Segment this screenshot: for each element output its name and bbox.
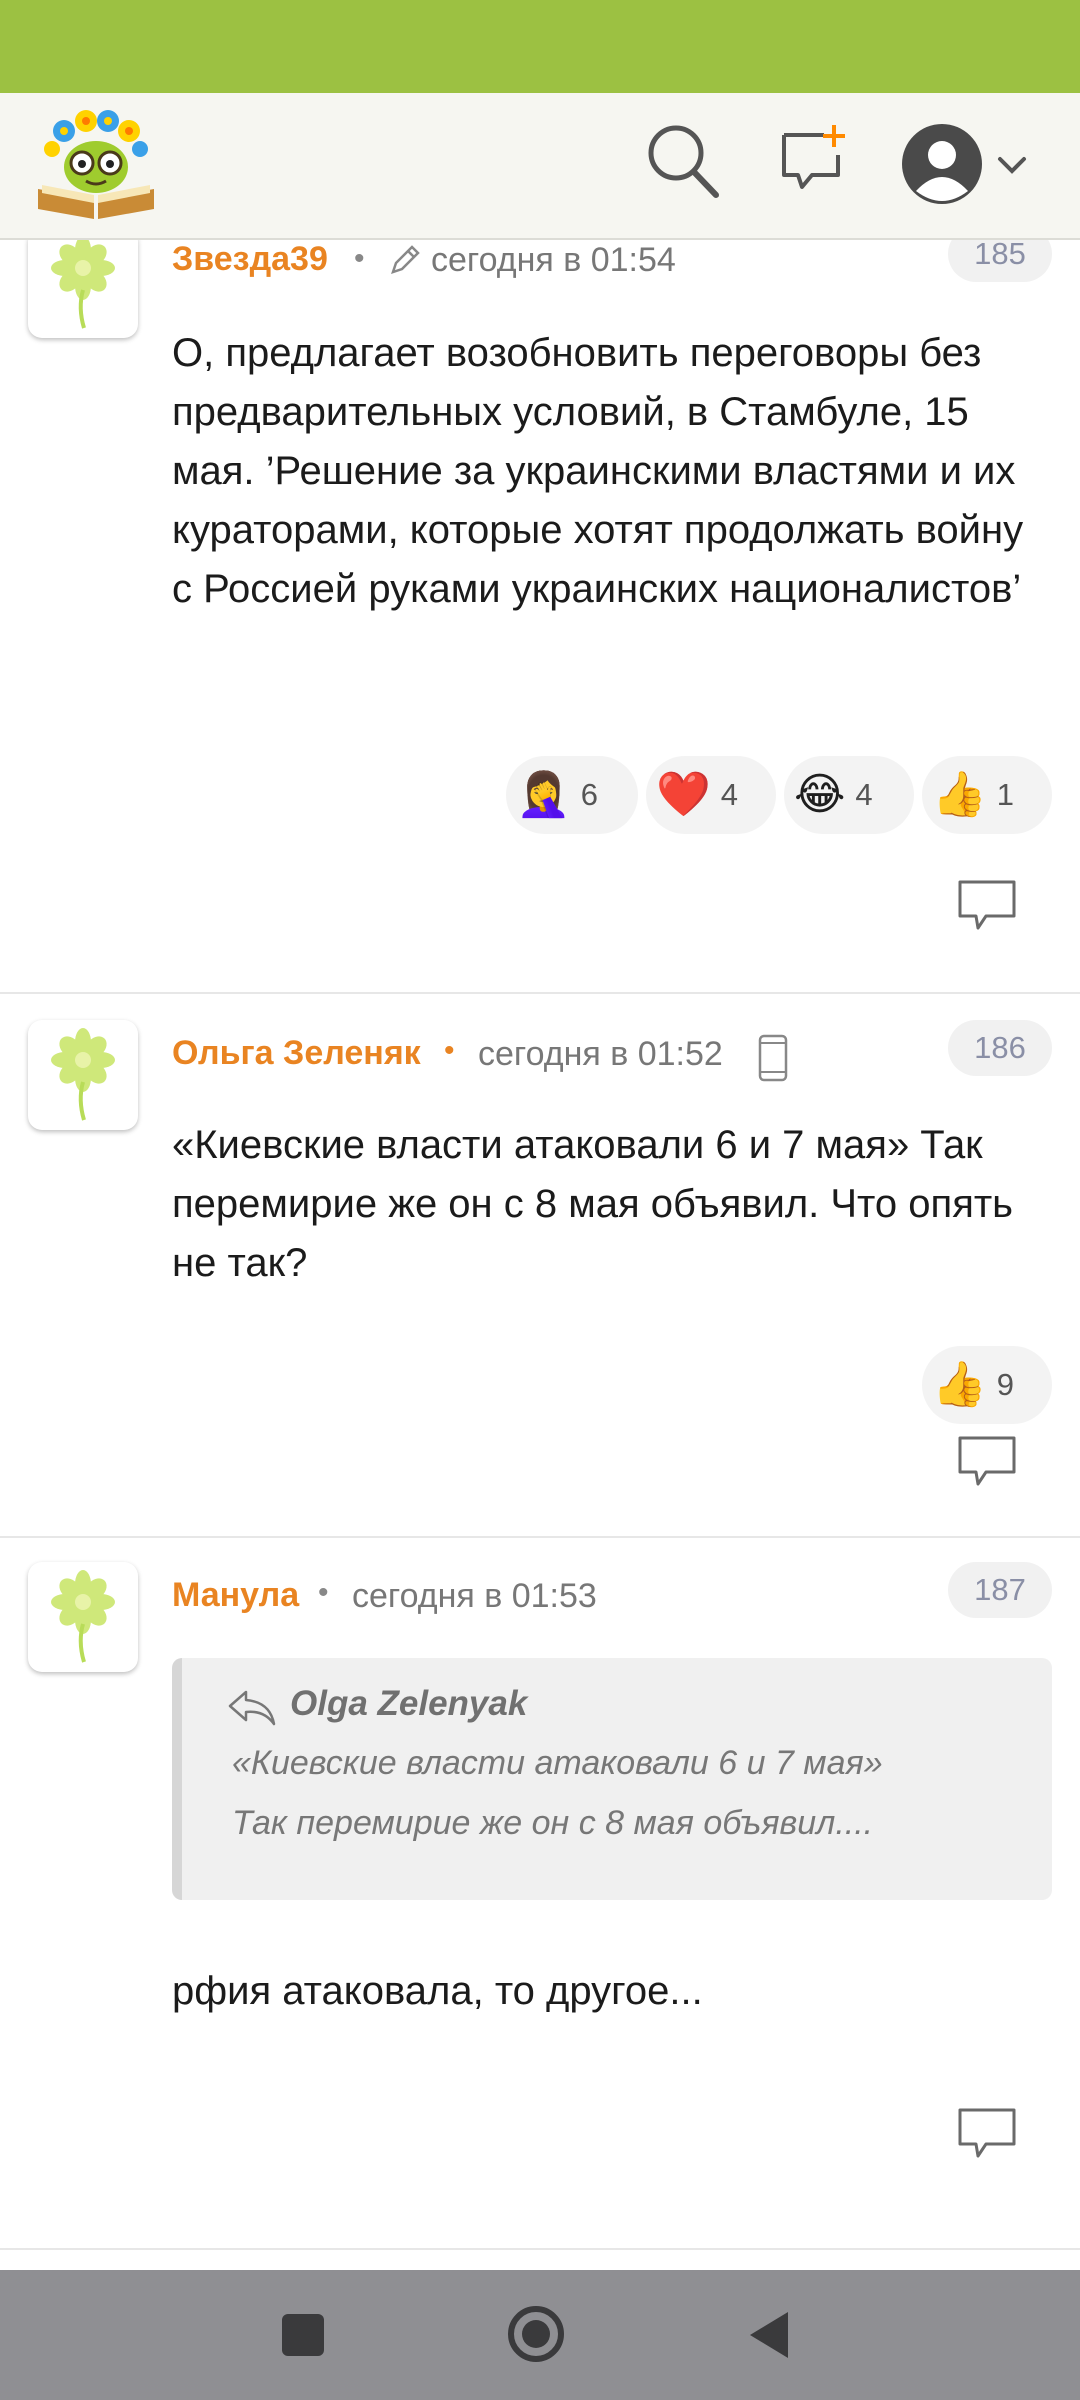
- square-icon[interactable]: [282, 2314, 324, 2356]
- comment-number-badge[interactable]: 187: [948, 1562, 1052, 1618]
- thumbs-up-icon: 👍: [932, 769, 987, 820]
- comment-time: сегодня в 01:54: [431, 241, 676, 279]
- reaction-heart[interactable]: ❤️ 4: [646, 756, 776, 834]
- reply-arrow-icon: [226, 1688, 278, 1728]
- reaction-count: 4: [720, 777, 739, 812]
- comments-feed[interactable]: Звезда39 • сегодня в 01:54 185 О, предла…: [0, 240, 1080, 2270]
- app-header: [0, 93, 1080, 240]
- reaction-facepalm[interactable]: 🤦‍♀️ 6: [506, 756, 638, 834]
- comment-text: «Киевские власти атаковали 6 и 7 мая» Та…: [172, 1123, 1014, 1285]
- comment-divider: [0, 1536, 1080, 1538]
- meta-separator: •: [354, 242, 365, 275]
- search-icon[interactable]: [646, 123, 720, 199]
- reply-bubble-icon: [958, 1436, 1016, 1486]
- chevron-down-icon: [998, 157, 1026, 174]
- laughing-face-icon: 😂: [794, 769, 846, 820]
- reply-button[interactable]: [956, 878, 1018, 934]
- author-name[interactable]: Манула: [172, 1576, 299, 1615]
- author-name[interactable]: Ольга Зеленяк: [172, 1034, 421, 1073]
- avatar[interactable]: [28, 1020, 138, 1130]
- reply-button[interactable]: [956, 1434, 1018, 1490]
- reaction-count: 6: [580, 777, 599, 812]
- meta-separator: •: [444, 1034, 455, 1067]
- comment-text: рфия атаковала, то другое...: [172, 1969, 703, 2013]
- avatar[interactable]: [28, 240, 138, 338]
- avatar[interactable]: [28, 1562, 138, 1672]
- comment-number-badge[interactable]: 185: [948, 240, 1052, 282]
- reading-flower-logo[interactable]: [34, 107, 158, 225]
- comment-item: Звезда39 • сегодня в 01:54 185 О, предла…: [0, 240, 1080, 988]
- comment-time: сегодня в 01:52: [478, 1035, 723, 1073]
- quoted-comment[interactable]: Olga Zelenyak «Киевские власти атаковали…: [172, 1658, 1052, 1900]
- comment-divider: [0, 2248, 1080, 2250]
- quote-text-line: «Киевские власти атаковали 6 и 7 мая»: [232, 1744, 883, 1782]
- user-avatar-icon[interactable]: [900, 121, 1050, 207]
- reaction-count: 1: [996, 777, 1015, 812]
- author-name[interactable]: Звезда39: [172, 240, 328, 279]
- reply-button[interactable]: [956, 2106, 1018, 2162]
- facepalm-icon: 🤦‍♀️: [516, 769, 571, 820]
- circle-home-icon[interactable]: [506, 2304, 566, 2364]
- reaction-count: 4: [855, 777, 873, 812]
- mobile-phone-icon: [758, 1034, 788, 1082]
- reply-bubble-icon: [958, 2108, 1016, 2158]
- reaction-laughing[interactable]: 😂 4: [784, 756, 914, 834]
- quote-text-line: Так перемирие же он с 8 мая объявил....: [232, 1804, 874, 1842]
- reaction-thumbs-up[interactable]: 👍 9: [922, 1346, 1052, 1424]
- quote-author: Olga Zelenyak: [290, 1684, 528, 1723]
- comment-number-badge[interactable]: 186: [948, 1020, 1052, 1076]
- meta-separator: •: [318, 1576, 329, 1609]
- reaction-count: 9: [996, 1367, 1015, 1402]
- triangle-back-icon[interactable]: [746, 2310, 794, 2360]
- reply-bubble-icon: [958, 880, 1016, 930]
- comment-item: Манула • сегодня в 01:53 187 Olga Zeleny…: [0, 1562, 1080, 2270]
- status-bar: [0, 0, 1080, 93]
- pencil-icon: [388, 244, 420, 278]
- reaction-thumbs-up[interactable]: 👍 1: [922, 756, 1052, 834]
- comment-divider: [0, 992, 1080, 994]
- comment-text: О, предлагает возобновить переговоры без…: [172, 331, 1024, 611]
- thumbs-up-icon: 👍: [932, 1359, 987, 1410]
- chat-plus-icon[interactable]: [780, 123, 848, 193]
- system-nav-bar: [0, 2270, 1080, 2400]
- comment-time: сегодня в 01:53: [352, 1577, 597, 1615]
- heart-icon: ❤️: [656, 769, 711, 820]
